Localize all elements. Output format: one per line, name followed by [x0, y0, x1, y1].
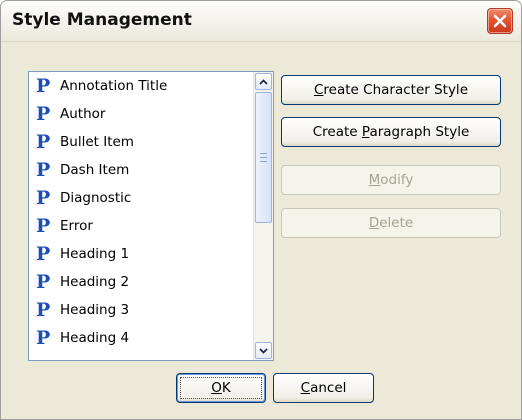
list-item[interactable]: P Bullet Item [29, 128, 254, 156]
chevron-up-icon [259, 78, 268, 85]
cancel-button[interactable]: Cancel [273, 373, 374, 403]
paragraph-style-icon: P [36, 186, 51, 209]
list-item[interactable]: P Heading 1 [29, 240, 254, 268]
modify-label: odify [380, 172, 414, 188]
grip-icon [260, 153, 267, 162]
list-item[interactable]: P Heading 3 [29, 296, 254, 324]
list-item-label: Heading 3 [60, 302, 130, 318]
list-item-label: Heading 1 [60, 246, 130, 262]
list-item[interactable]: P Dash Item [29, 156, 254, 184]
list-item[interactable]: P Heading 2 [29, 268, 254, 296]
list-item-label: Bullet Item [60, 134, 134, 150]
delete-mnemonic: D [368, 215, 380, 231]
modify-mnemonic: M [368, 172, 381, 188]
ok-label: K [221, 380, 231, 396]
create-paragraph-style-button[interactable]: Create Paragraph Style [281, 117, 501, 147]
close-button[interactable] [487, 8, 513, 34]
create-character-style-label: reate Character Style [323, 82, 468, 98]
dialog-title: Style Management [12, 10, 192, 30]
paragraph-style-icon: P [36, 242, 51, 265]
title-bar[interactable]: Style Management [1, 1, 521, 42]
style-management-dialog: Style Management P Annotation Title P Autho… [0, 0, 522, 420]
list-item[interactable]: P Annotation Title [29, 72, 254, 100]
list-item-label: Annotation Title [60, 78, 168, 94]
create-paragraph-style-label: aragraph Style [369, 124, 470, 140]
vertical-scrollbar[interactable] [253, 72, 273, 360]
delete-button[interactable]: Delete [281, 208, 501, 238]
list-item[interactable]: P Error [29, 212, 254, 240]
close-icon [493, 14, 507, 28]
scroll-down-button[interactable] [255, 342, 272, 359]
cancel-mnemonic: C [300, 380, 311, 396]
paragraph-style-icon: P [36, 270, 51, 293]
list-item-label: Dash Item [60, 162, 130, 178]
paragraph-style-icon: P [36, 298, 51, 321]
style-listbox[interactable]: P Annotation Title P Author P Bullet Item P Das… [28, 71, 274, 361]
chevron-down-icon [259, 347, 268, 354]
list-item-label: Heading 4 [60, 330, 130, 346]
delete-label: elete [379, 215, 414, 231]
list-item[interactable]: P Diagnostic [29, 184, 254, 212]
list-item-label: Error [60, 218, 93, 234]
create-paragraph-style-label-start: Create [312, 124, 362, 140]
list-item[interactable]: P Heading 4 [29, 324, 254, 352]
paragraph-style-icon: P [36, 102, 51, 125]
list-item-label: Author [60, 106, 106, 122]
list-item-label: Heading 2 [60, 274, 130, 290]
paragraph-style-icon: P [36, 214, 51, 237]
ok-button[interactable]: OK [176, 373, 266, 403]
create-character-style-mnemonic: C [313, 82, 324, 98]
scroll-up-button[interactable] [255, 73, 272, 90]
paragraph-style-icon: P [36, 74, 51, 97]
paragraph-style-icon: P [36, 326, 51, 349]
list-item[interactable]: P Author [29, 100, 254, 128]
paragraph-style-icon: P [36, 130, 51, 153]
style-list: P Annotation Title P Author P Bullet Item P Das… [29, 72, 254, 360]
create-character-style-button[interactable]: Create Character Style [281, 75, 501, 105]
cancel-label: ancel [310, 380, 347, 396]
scroll-thumb[interactable] [255, 92, 272, 223]
modify-button[interactable]: Modify [281, 165, 501, 195]
list-item-label: Diagnostic [60, 190, 132, 206]
paragraph-style-icon: P [36, 158, 51, 181]
ok-mnemonic: O [211, 380, 222, 396]
